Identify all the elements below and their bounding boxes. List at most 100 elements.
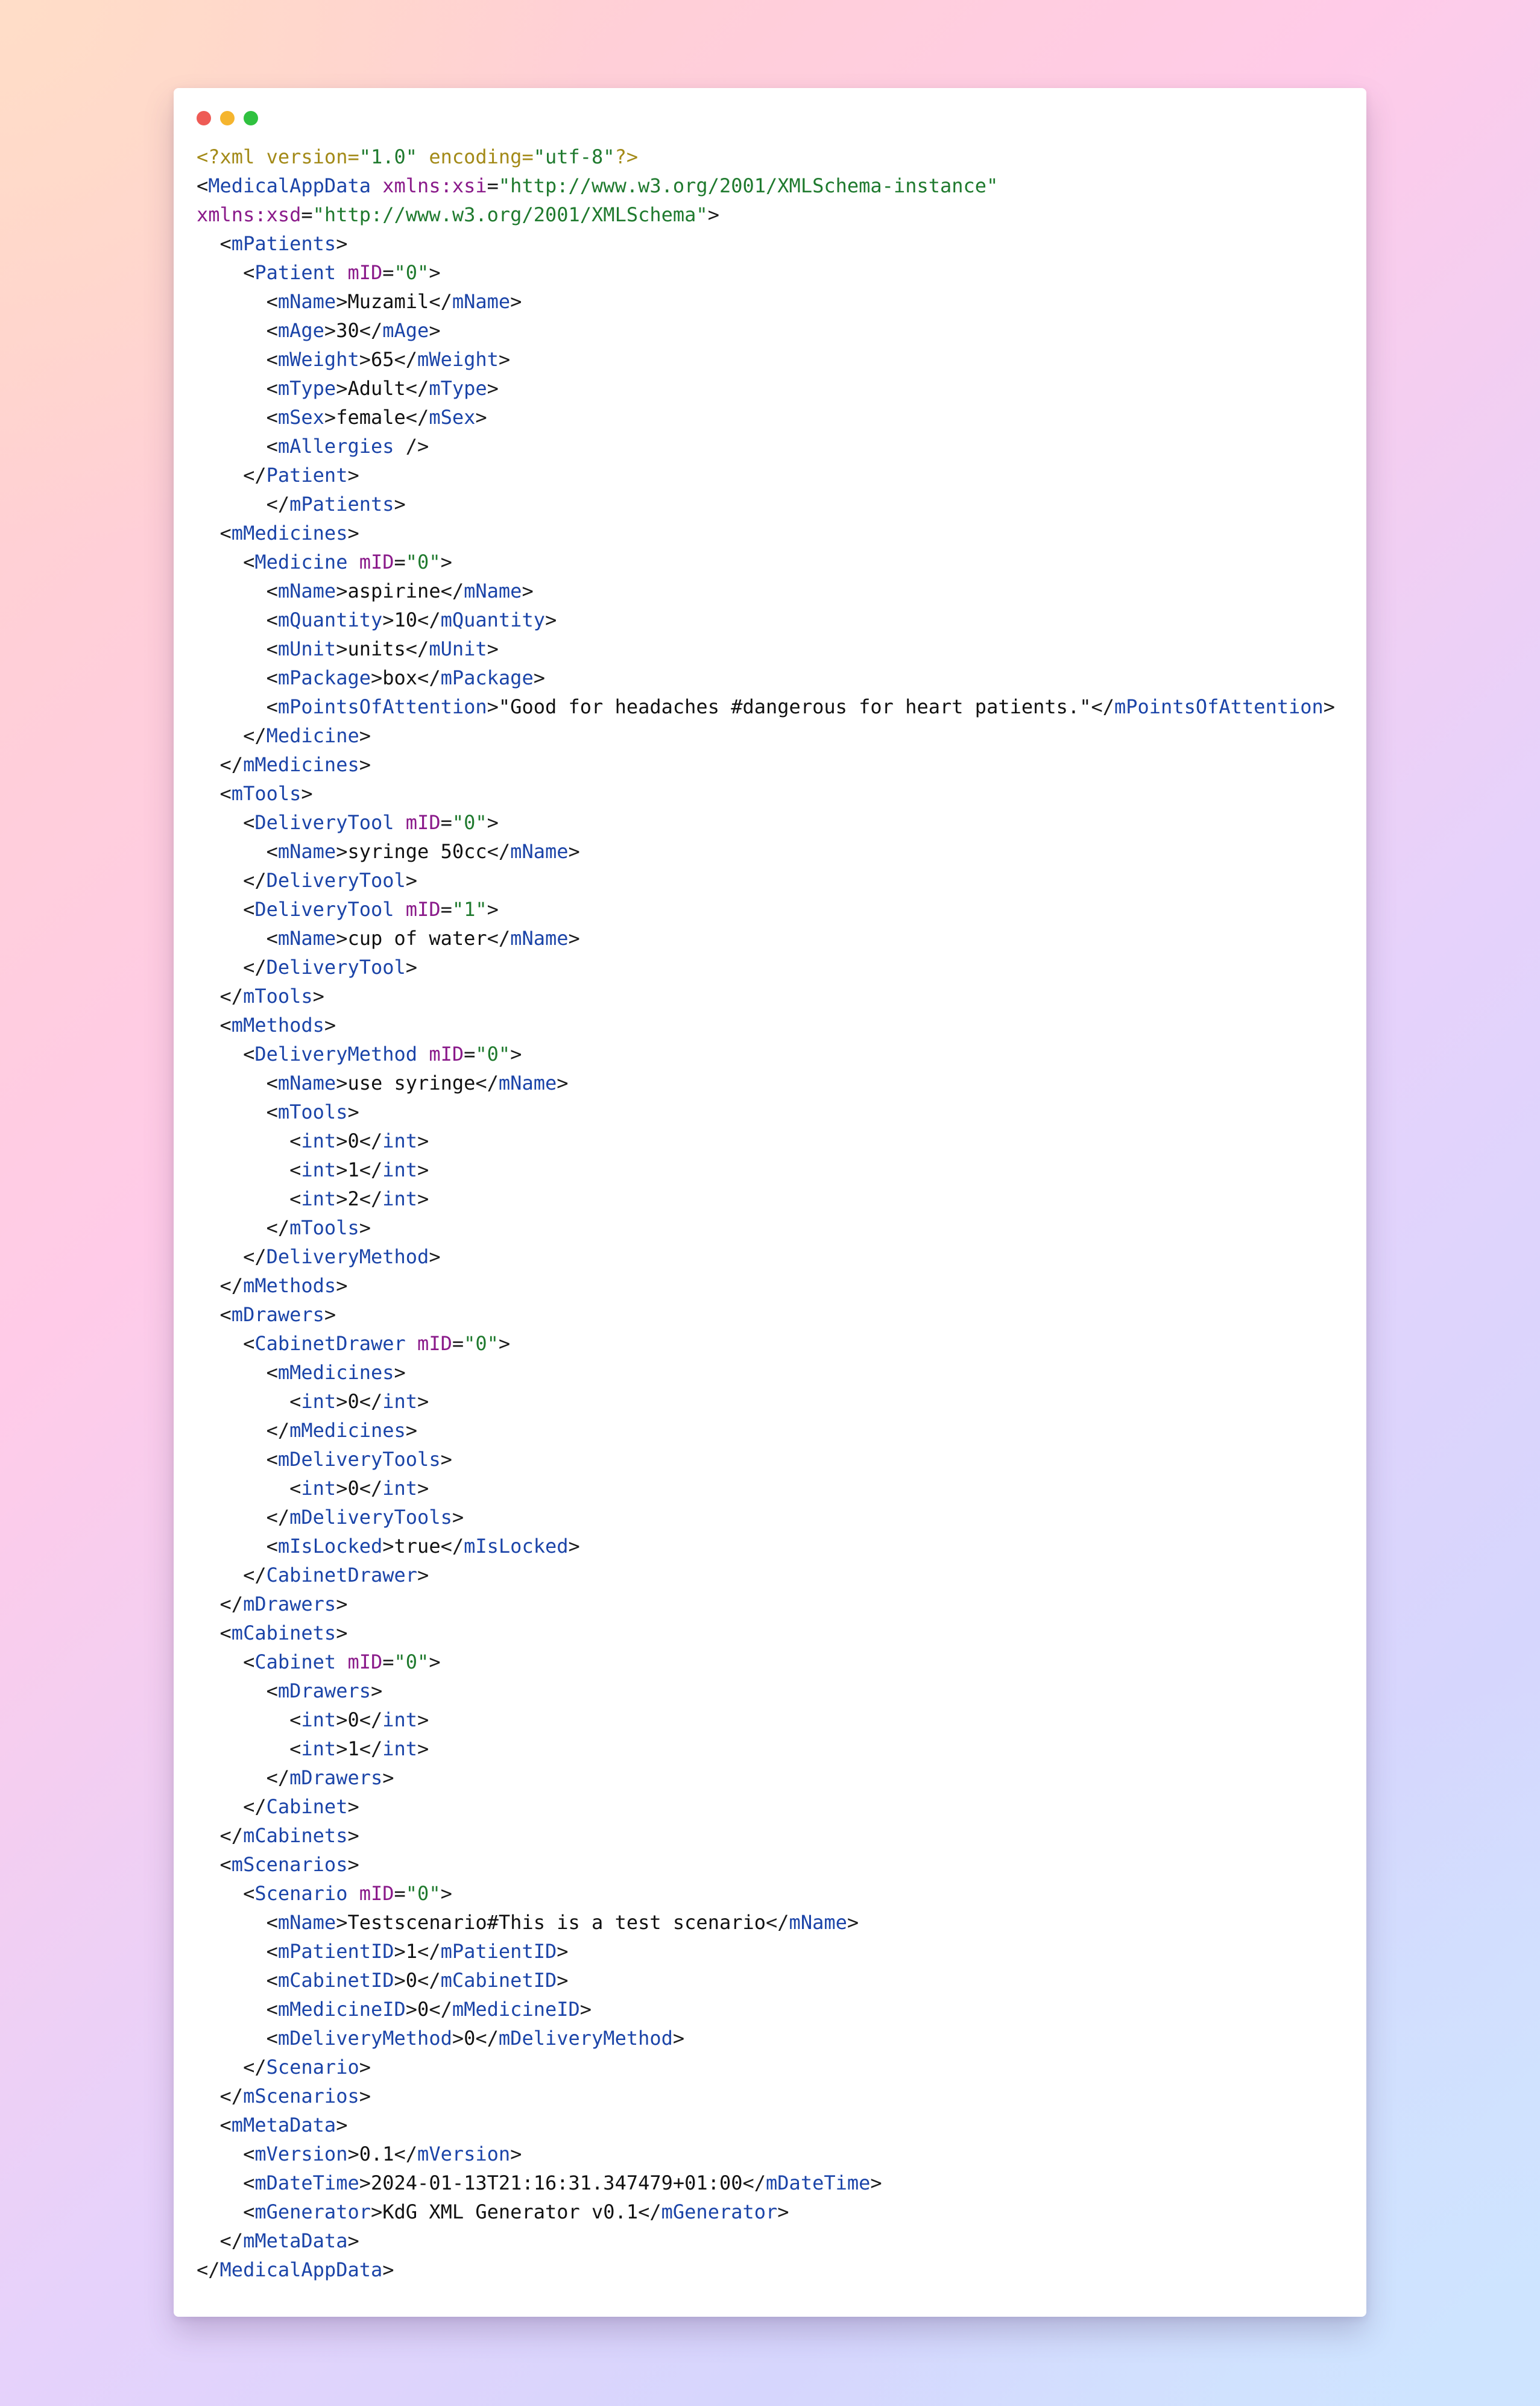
code-token-p: > bbox=[336, 1477, 348, 1500]
code-token-p: > bbox=[579, 1998, 592, 2021]
code-token-tag: mSex bbox=[429, 406, 476, 429]
close-window-icon[interactable] bbox=[197, 111, 211, 125]
code-token-p: > bbox=[429, 1245, 441, 1268]
code-line: <?xml version="1.0" encoding="utf-8"?> bbox=[197, 142, 1335, 171]
code-token-text: true bbox=[394, 1535, 441, 1558]
code-token-p: > bbox=[510, 2142, 522, 2165]
code-line: <mDateTime>2024-01-13T21:16:31.347479+01… bbox=[197, 2168, 1335, 2197]
code-token-p: </ bbox=[359, 1129, 383, 1152]
code-token-p: > bbox=[382, 1766, 394, 1789]
code-line: <mTools> bbox=[197, 1097, 1335, 1126]
code-token-text: units bbox=[347, 637, 406, 660]
code-token-p: > bbox=[707, 203, 719, 226]
code-token-text: 0.1 bbox=[359, 2142, 394, 2165]
code-token-tag: Medicine bbox=[254, 551, 348, 573]
minimize-window-icon[interactable] bbox=[220, 111, 235, 125]
code-token-p: > bbox=[510, 290, 522, 313]
code-token-p: > bbox=[301, 782, 313, 805]
code-token-p: = bbox=[382, 261, 394, 284]
code-token-text: syringe 50cc bbox=[347, 840, 487, 863]
code-token-p bbox=[347, 551, 359, 573]
code-token-tag: DeliveryTool bbox=[266, 956, 406, 979]
code-token-p: </ bbox=[197, 1216, 290, 1239]
code-token-p: </ bbox=[197, 1506, 290, 1529]
code-token-p: > bbox=[370, 1679, 383, 1702]
code-token-tag: mMedicineID bbox=[452, 1998, 580, 2021]
code-token-p: < bbox=[197, 232, 232, 255]
code-token-tag: mType bbox=[429, 377, 487, 400]
code-token-p: > bbox=[347, 522, 359, 545]
code-token-p: > bbox=[336, 1737, 348, 1760]
code-token-tag: mTools bbox=[231, 782, 301, 805]
code-token-p: > bbox=[417, 1129, 429, 1152]
code-line: <mName>Muzamil</mName> bbox=[197, 287, 1335, 316]
code-token-p: < bbox=[197, 1100, 278, 1123]
code-token-p bbox=[347, 1882, 359, 1905]
code-token-p: < bbox=[197, 1043, 255, 1066]
code-token-p: > bbox=[336, 377, 348, 400]
code-token-p: </ bbox=[197, 956, 267, 979]
code-token-p: </ bbox=[405, 406, 429, 429]
code-token-p: > bbox=[359, 348, 371, 371]
code-token-text: 0 bbox=[347, 1129, 359, 1152]
code-token-text: 0 bbox=[347, 1477, 359, 1500]
code-line: <DeliveryMethod mID="0"> bbox=[197, 1040, 1335, 1069]
code-token-p: < bbox=[197, 551, 255, 573]
code-token-p: > bbox=[498, 1332, 511, 1355]
code-line: <mQuantity>10</mQuantity> bbox=[197, 605, 1335, 634]
code-token-p: < bbox=[197, 1969, 278, 1992]
code-token-tag: DeliveryTool bbox=[254, 898, 394, 921]
code-token-p: /> bbox=[394, 435, 429, 458]
code-token-tag: mDrawers bbox=[231, 1303, 324, 1326]
code-token-p: </ bbox=[440, 1535, 464, 1558]
code-token-p: > bbox=[487, 695, 499, 718]
code-token-text: 0 bbox=[405, 1969, 418, 1992]
code-token-p: < bbox=[197, 174, 209, 197]
code-token-p: > bbox=[336, 232, 348, 255]
code-line: <mName>cup of water</mName> bbox=[197, 924, 1335, 953]
code-token-p: </ bbox=[417, 1969, 441, 1992]
code-token-p: < bbox=[197, 1911, 278, 1934]
code-token-p: > bbox=[394, 1361, 406, 1384]
code-token-p: > bbox=[347, 2142, 359, 2165]
code-token-p: </ bbox=[417, 608, 441, 631]
code-token-p: </ bbox=[197, 1824, 244, 1847]
code-token-val: "0" bbox=[475, 1043, 511, 1066]
code-token-p: > bbox=[429, 1650, 441, 1673]
code-token-attr: mID bbox=[405, 811, 441, 834]
code-line: </mScenarios> bbox=[197, 2082, 1335, 2111]
code-token-p: </ bbox=[394, 348, 418, 371]
code-line: <mPatients> bbox=[197, 229, 1335, 258]
code-token-p: < bbox=[197, 1940, 278, 1963]
code-token-text: KdG XML Generator v0.1 bbox=[382, 2200, 639, 2223]
maximize-window-icon[interactable] bbox=[244, 111, 258, 125]
code-token-text: 1 bbox=[347, 1158, 359, 1181]
code-line: </CabinetDrawer> bbox=[197, 1561, 1335, 1590]
code-token-p: > bbox=[568, 1535, 580, 1558]
code-token-tag: int bbox=[301, 1187, 336, 1210]
code-token-p: < bbox=[197, 666, 278, 689]
code-line: <int>0</int> bbox=[197, 1474, 1335, 1503]
code-token-tag: mQuantity bbox=[277, 608, 383, 631]
code-token-p: > bbox=[336, 1390, 348, 1413]
code-token-p: < bbox=[197, 1332, 255, 1355]
code-token-p: > bbox=[405, 1998, 418, 2021]
code-token-val: "0" bbox=[452, 811, 487, 834]
code-token-p: < bbox=[197, 406, 278, 429]
code-token-attr: mID bbox=[429, 1043, 464, 1066]
code-token-p: < bbox=[197, 2114, 232, 2136]
code-token-p: > bbox=[429, 261, 441, 284]
code-token-p: = bbox=[382, 1650, 394, 1673]
code-line: <int>1</int> bbox=[197, 1734, 1335, 1763]
code-line: <int>1</int> bbox=[197, 1155, 1335, 1184]
code-token-tag: mPackage bbox=[440, 666, 534, 689]
code-token-p: < bbox=[197, 1737, 301, 1760]
code-token-tag: mDeliveryMethod bbox=[498, 2027, 673, 2050]
code-token-tag: mWeight bbox=[277, 348, 359, 371]
code-line: <mPackage>box</mPackage> bbox=[197, 663, 1335, 692]
code-token-p: < bbox=[197, 579, 278, 602]
code-token-p: < bbox=[197, 1303, 232, 1326]
code-line: <mMethods> bbox=[197, 1011, 1335, 1040]
code-token-p: > bbox=[568, 927, 580, 950]
code-line: <mTools> bbox=[197, 779, 1335, 808]
